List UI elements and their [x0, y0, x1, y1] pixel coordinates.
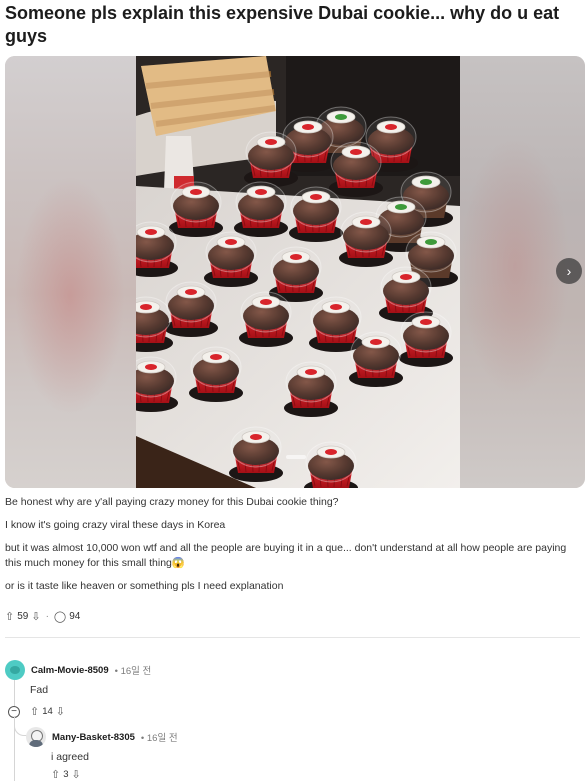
- dubai-cookie-photo: [136, 56, 460, 488]
- separator-dot: ·: [45, 610, 49, 622]
- post-body-paragraph: but it was almost 10,000 won wtf and all…: [5, 542, 567, 569]
- comment-actions: ⇧ 14 ⇩: [30, 705, 65, 718]
- reply-time: 16일 전: [146, 733, 178, 744]
- chevron-right-icon: ›: [566, 263, 572, 279]
- upvote-icon[interactable]: ⇧: [51, 768, 60, 781]
- reply-vote-count: 3: [63, 769, 69, 780]
- comment-meta: • 16일 전: [114, 666, 152, 677]
- upvote-icon[interactable]: ⇧: [30, 705, 39, 718]
- gallery-blur-left: [5, 56, 136, 488]
- downvote-icon[interactable]: ⇩: [31, 610, 40, 623]
- comment-author[interactable]: Calm-Movie-8509: [31, 665, 109, 676]
- comment-icon[interactable]: ◯: [54, 610, 66, 623]
- next-image-button[interactable]: ›: [556, 258, 582, 284]
- comment-vote-count: 14: [42, 706, 53, 717]
- reply-actions: ⇧ 3 ⇩: [51, 768, 81, 781]
- comment-header: Calm-Movie-8509 • 16일 전: [5, 660, 151, 680]
- comment-text: Fad: [30, 684, 49, 696]
- reply-text: i agreed: [51, 751, 89, 763]
- post-body-paragraph: or is it taste like heaven or something …: [5, 580, 284, 592]
- upvote-icon[interactable]: ⇧: [5, 610, 14, 623]
- avatar[interactable]: [5, 660, 25, 680]
- reply-header: Many-Basket-8305 • 16일 전: [26, 727, 178, 747]
- divider: [5, 637, 580, 638]
- reply-author[interactable]: Many-Basket-8305: [52, 732, 135, 743]
- upvote-count: 59: [17, 610, 29, 622]
- comment-time: 16일 전: [120, 666, 152, 677]
- avatar[interactable]: [26, 727, 46, 747]
- image-gallery[interactable]: [5, 56, 585, 488]
- post-body-paragraph: I know it's going crazy viral these days…: [5, 519, 226, 531]
- post-image[interactable]: [136, 56, 460, 488]
- comment-count: 94: [69, 610, 81, 622]
- downvote-icon[interactable]: ⇩: [56, 705, 65, 718]
- post-body-paragraph: Be honest why are y'all paying crazy mon…: [5, 496, 339, 508]
- downvote-icon[interactable]: ⇩: [72, 768, 81, 781]
- post-title: Someone pls explain this expensive Dubai…: [5, 3, 560, 46]
- post-actions: ⇧ 59 ⇩ · ◯ 94: [5, 608, 80, 624]
- reply-meta: • 16일 전: [140, 733, 178, 744]
